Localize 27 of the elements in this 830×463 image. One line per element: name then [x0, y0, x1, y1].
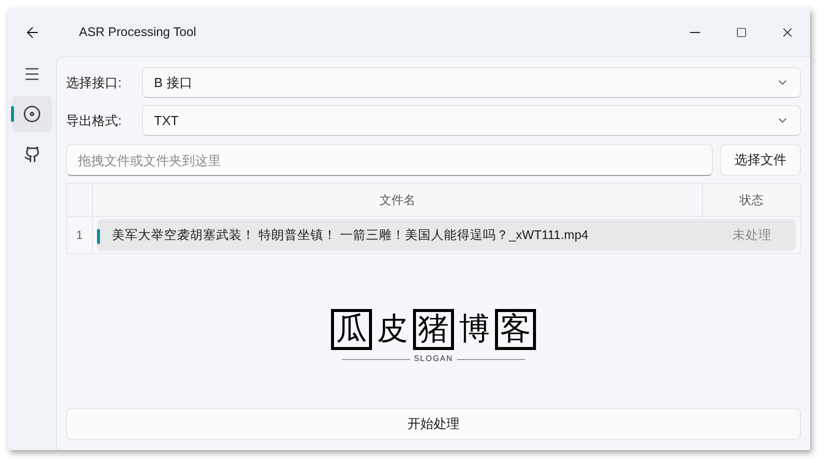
dropdown[interactable]: TXT — [142, 105, 801, 136]
nav-item[interactable] — [12, 96, 52, 132]
window-title: ASR Processing Tool — [79, 24, 196, 41]
logo-character: 皮 — [376, 310, 409, 349]
disc-icon — [23, 105, 41, 123]
file-name: 美军大举空袭胡塞武装！ 特朗普坐镇！ 一箭三雕！美国人能得逞吗？_xWT111.mp4 — [112, 226, 590, 244]
github-icon — [24, 146, 40, 162]
logo-character: 客 — [495, 309, 536, 350]
row-number: 1 — [67, 217, 93, 253]
choose-file-button[interactable]: 选择文件 — [720, 144, 801, 176]
field-label: 选择接口: — [66, 74, 123, 92]
maximize-icon — [736, 26, 746, 38]
logo-slogan: SLOGAN — [414, 353, 454, 365]
drop-field[interactable]: 拖拽文件或文件夹到这里 — [66, 144, 713, 176]
field-label: 导出格式: — [66, 112, 123, 130]
logo-character: 瓜 — [331, 309, 372, 350]
table-row[interactable]: 美军大举空袭胡塞武装！ 特朗普坐镇！ 一箭三雕！美国人能得逞吗？_xWT111.mp4 未处理 — [97, 219, 796, 251]
column-header: 文件名 — [93, 184, 703, 216]
column-header: 状态 — [738, 192, 764, 209]
start-button[interactable]: 开始处理 — [66, 408, 801, 440]
menu-icon — [23, 65, 41, 83]
logo-character: 猪 — [413, 309, 454, 350]
selection-indicator — [11, 106, 14, 122]
dropdown[interactable]: B 接口 — [142, 67, 801, 98]
status-text: 未处理 — [732, 226, 772, 244]
logo-character: 博 — [458, 310, 491, 349]
selection-indicator — [97, 229, 100, 244]
